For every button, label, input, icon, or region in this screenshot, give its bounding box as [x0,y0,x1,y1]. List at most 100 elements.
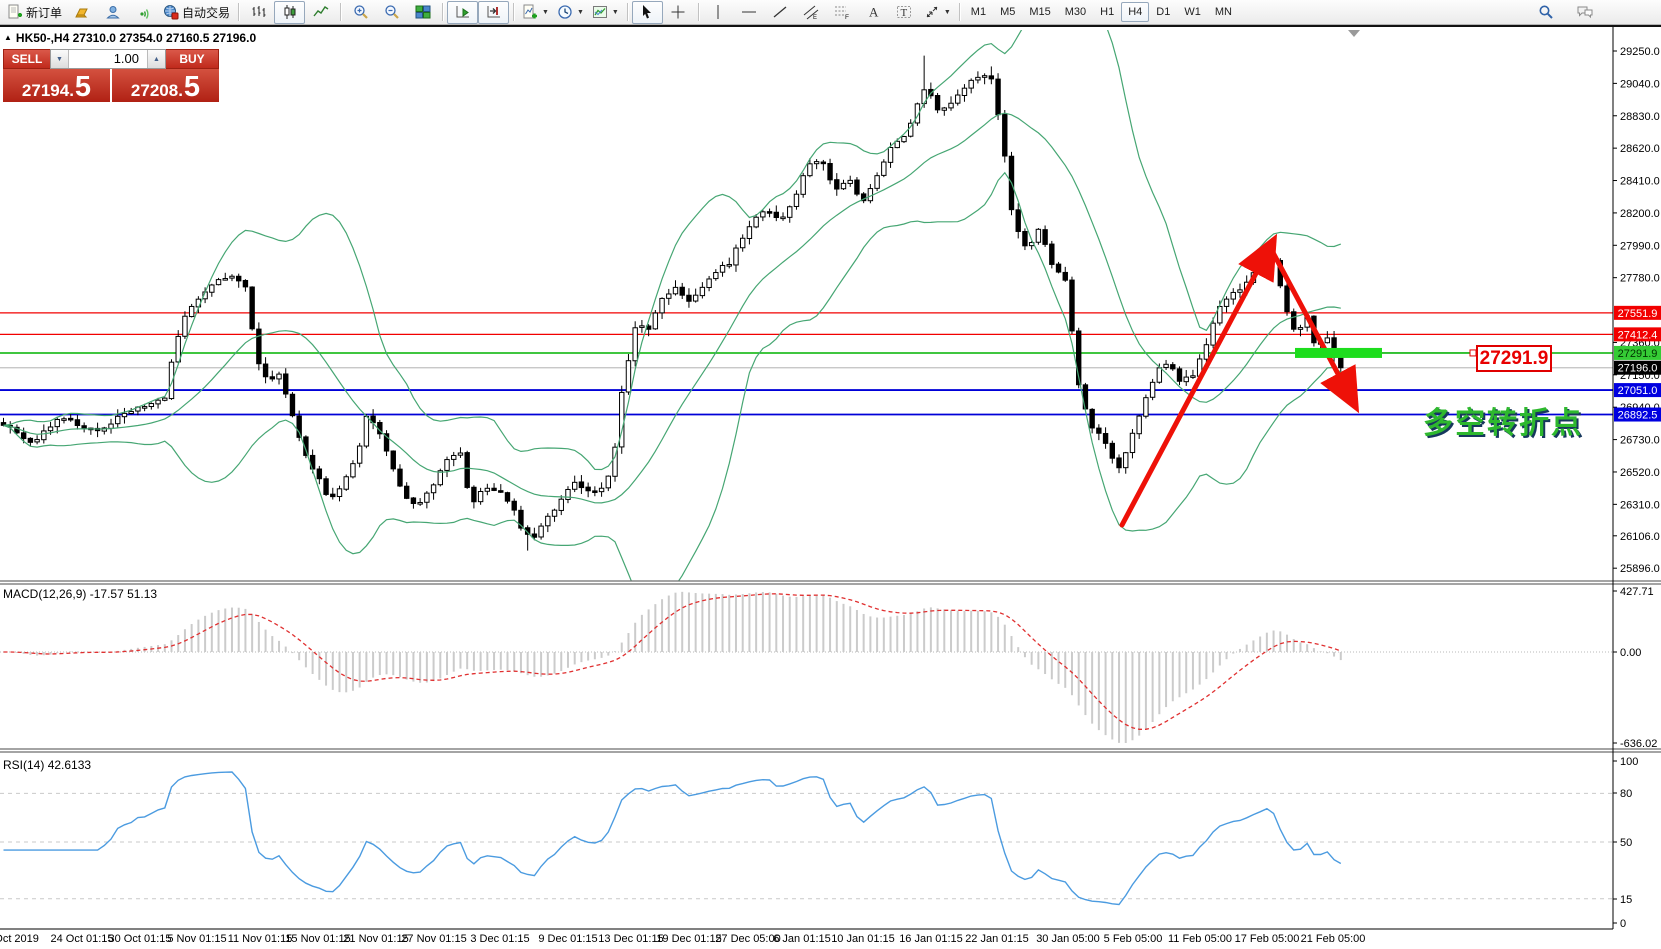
candle [633,328,637,361]
arrows-button[interactable]: ▼ [920,1,955,24]
timeframe-button-m5[interactable]: M5 [993,2,1022,22]
svg-text:F: F [845,14,849,20]
candle [841,183,845,188]
candle [1292,312,1296,329]
level-lines-layer [0,313,1613,415]
timeframe-button-h4[interactable]: H4 [1121,2,1149,22]
trendline-button[interactable] [765,1,796,24]
mt4-application: 新订单 自动交易 [0,0,1661,949]
candlestick-chart-button[interactable] [274,1,305,24]
candle [640,326,644,328]
buy-button[interactable]: BUY [166,49,219,69]
trend-arrows-layer[interactable] [1122,247,1352,525]
candle [566,489,570,499]
shapes-arrows-icon [924,4,940,20]
candle [801,176,805,195]
zoom-out-button[interactable] [376,1,407,24]
line-chart-button[interactable] [305,1,336,24]
candle [237,276,241,281]
buy-price-button[interactable]: 27208.5 [112,69,219,102]
candle [741,238,745,247]
search-button[interactable] [1530,1,1561,24]
volume-value[interactable]: 1.00 [69,50,147,68]
candle [1003,115,1007,156]
price-annotation-box[interactable]: 27291.9 [1476,345,1552,372]
axis-tick-label: 28620.0 [1620,143,1660,155]
zoom-in-button[interactable] [345,1,376,24]
candle [895,141,899,147]
sell-button[interactable]: SELL [3,49,50,69]
time-tick-label: 30 Jan 05:00 [1036,933,1100,945]
svg-text:A: A [869,5,879,20]
toolbar-separator [698,3,699,21]
auto-scroll-button[interactable] [447,1,478,24]
sell-price-button[interactable]: 27194.5 [3,69,110,102]
candle [109,424,113,428]
timeframe-button-w1[interactable]: W1 [1177,2,1208,22]
tile-windows-button[interactable] [407,1,438,24]
candle [425,493,429,502]
candle [1298,328,1302,330]
timeframe-button-m1[interactable]: M1 [964,2,993,22]
axis-tick-label: 26310.0 [1620,499,1660,511]
fibonacci-icon: F [834,4,850,20]
candle [875,176,879,189]
volume-decrease-button[interactable]: ▼ [51,50,69,68]
text-label-button[interactable]: T [889,1,920,24]
candle [1090,409,1094,428]
axis-tick-label: -636.02 [1620,738,1657,750]
auto-scroll-icon [455,4,471,20]
vertical-line-button[interactable] [703,1,734,24]
auto-trading-button[interactable]: 自动交易 [159,1,234,24]
rsi-axis: 1008050150 [1613,756,1638,930]
timeframe-button-d1[interactable]: D1 [1149,2,1177,22]
signals-button[interactable] [128,1,159,24]
candle [1191,376,1195,378]
market-button[interactable] [66,1,97,24]
axis-tick-label: 80 [1620,788,1632,800]
chart-shift-button[interactable] [478,1,509,24]
horizontal-line-button[interactable] [734,1,765,24]
timeframe-button-m15[interactable]: M15 [1022,2,1057,22]
indicators-button[interactable]: ▼ [518,1,553,24]
fibonacci-button[interactable]: F [827,1,858,24]
collapse-arrow-icon[interactable]: ▲ [4,33,12,42]
macd-layer [0,592,1613,743]
templates-button[interactable]: ▼ [588,1,623,24]
highlight-bar[interactable] [1295,348,1382,358]
candle [28,438,32,442]
candle [55,420,59,427]
candle [996,79,1000,115]
chart-shift-icon [486,4,502,20]
rsi-layer [0,772,1613,905]
text-button[interactable]: A [858,1,889,24]
bar-chart-button[interactable] [243,1,274,24]
chart-canvas[interactable]: 29250.029040.028830.028620.028410.028200… [0,27,1661,949]
sell-price: 27194. [22,82,74,99]
new-order-button[interactable]: 新订单 [3,1,66,24]
timeframe-button-m30[interactable]: M30 [1058,2,1093,22]
toolbar-separator [442,3,443,21]
crosshair-button[interactable] [663,1,694,24]
chart-shift-marker[interactable] [1348,30,1360,37]
candle [687,295,691,301]
turning-point-annotation[interactable]: 多空转折点 [1423,398,1583,442]
candle [116,416,120,423]
equidistant-channel-button[interactable]: E [796,1,827,24]
chat-button[interactable] [1569,1,1600,24]
time-tick-label: 15 Nov 01:15 [285,933,350,945]
timeframe-button-mn[interactable]: MN [1208,2,1239,22]
channel-icon: E [803,4,819,20]
periods-button[interactable]: ▼ [553,1,588,24]
candle [693,295,697,301]
candle [1177,369,1181,381]
candle [754,217,758,227]
timeframe-button-h1[interactable]: H1 [1093,2,1121,22]
candle [774,212,778,217]
community-button[interactable] [97,1,128,24]
candle [263,364,267,377]
toolbar-separator [627,3,628,21]
cursor-button[interactable] [632,1,663,24]
trendline-icon [772,4,788,20]
volume-increase-button[interactable]: ▲ [147,50,165,68]
